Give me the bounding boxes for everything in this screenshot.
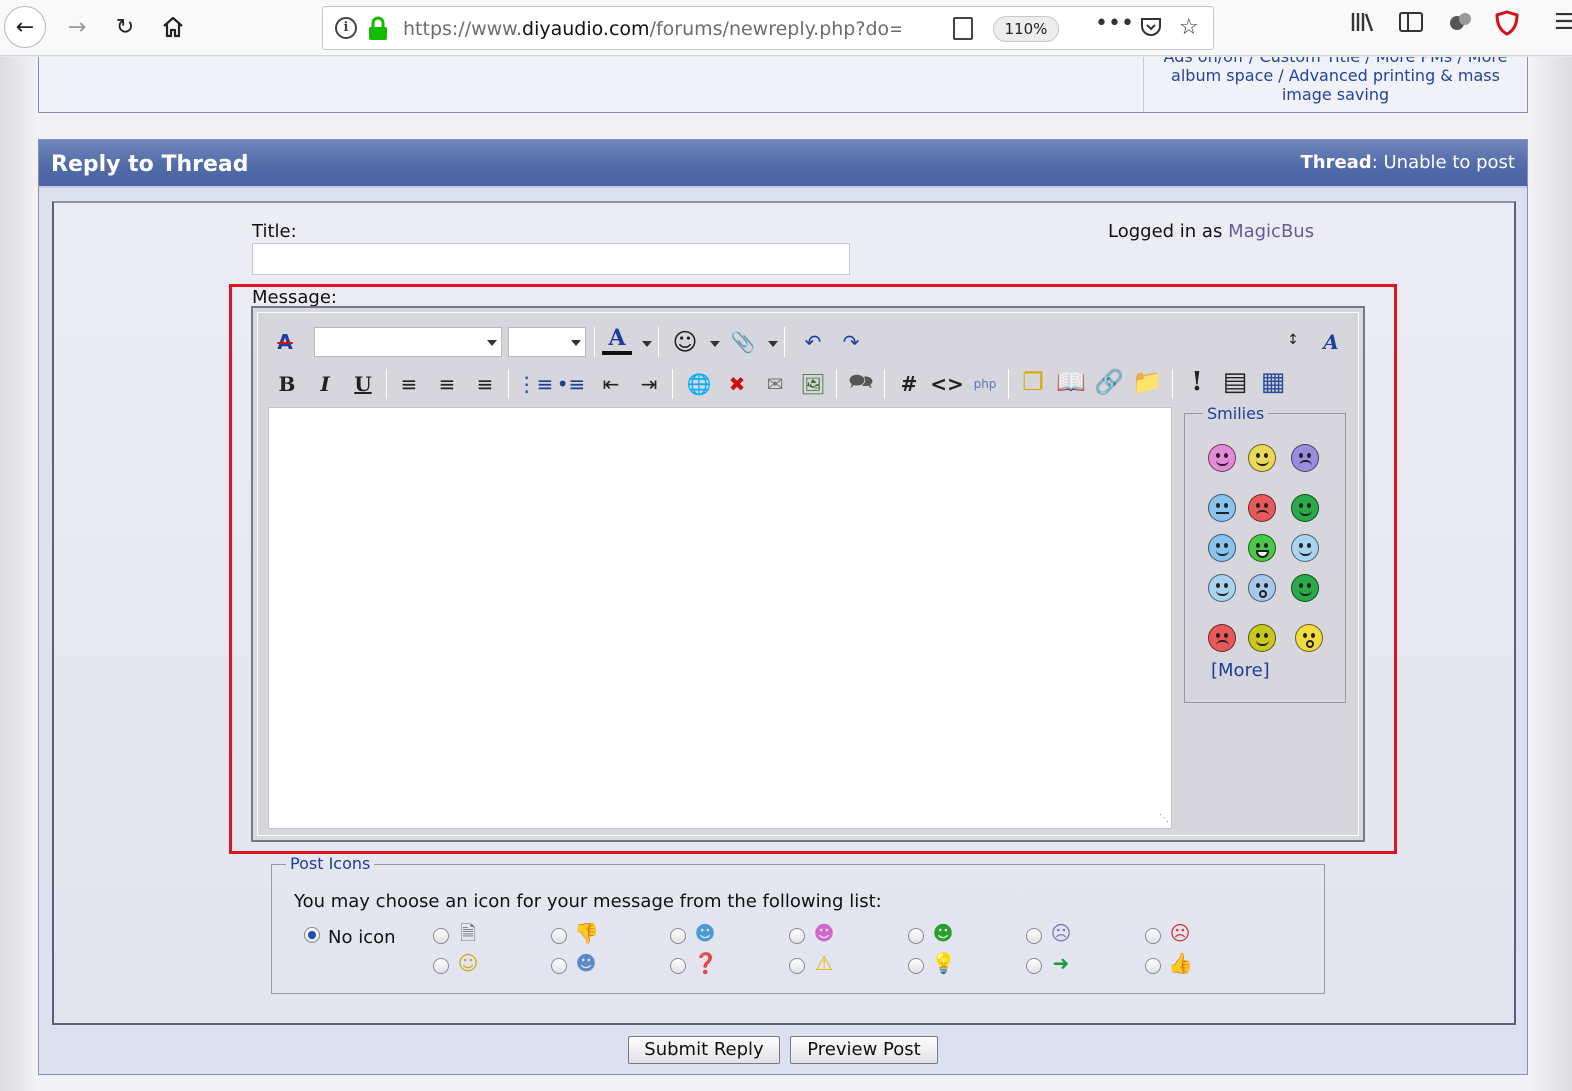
post-icons-legend: Post Icons (286, 854, 375, 873)
more-actions-icon[interactable]: ••• (1095, 11, 1134, 36)
post-icons-instructions: You may choose an icon for your message … (294, 891, 882, 912)
reload-icon: ↻ (115, 14, 135, 40)
arrow-icon[interactable]: ➜ (1049, 951, 1073, 975)
wink-icon[interactable]: ☻ (693, 921, 717, 945)
username-link[interactable]: MagicBus (1228, 221, 1314, 242)
smile-icon[interactable]: ☺ (456, 951, 480, 975)
post-icon-radio[interactable] (1026, 958, 1042, 974)
post-icon-radio[interactable] (1145, 928, 1161, 944)
home-button[interactable] (152, 6, 194, 48)
post-icons-fieldset: Post Icons You may choose an icon for yo… (271, 854, 1325, 994)
document-icon[interactable]: 🗎 (456, 921, 480, 945)
question-icon[interactable]: ❓ (693, 951, 718, 975)
thread-name: : Unable to post (1371, 152, 1515, 173)
upgrade-info-box: Ads on/off / Custom Title / More PMs / M… (38, 57, 1528, 113)
lock-icon[interactable] (367, 16, 389, 40)
home-icon (163, 16, 183, 38)
mad-icon[interactable]: ☹ (1168, 921, 1192, 945)
post-icon-radio[interactable] (670, 958, 686, 974)
no-icon-radio[interactable] (304, 927, 320, 943)
post-icon-radio[interactable] (1145, 958, 1161, 974)
extension-icon[interactable] (1448, 10, 1474, 34)
reload-button[interactable]: ↻ (104, 6, 146, 48)
page-title: Reply to Thread (51, 152, 249, 177)
post-icon-radio[interactable] (789, 928, 805, 944)
url-text[interactable]: https://www.diyaudio.com/forums/newreply… (403, 18, 901, 40)
sidebar-icon[interactable] (1398, 10, 1424, 34)
forward-button[interactable]: → (56, 6, 98, 48)
upgrade-line[interactable]: Ads on/off / Custom Title / More PMs / M… (1144, 57, 1527, 66)
logged-in-text: Logged in as MagicBus (1108, 221, 1314, 242)
upgrade-line[interactable]: image saving (1144, 85, 1527, 104)
highlight-annotation (229, 284, 1397, 854)
cool-icon[interactable]: ☻ (574, 951, 598, 975)
post-icon-radio[interactable] (433, 958, 449, 974)
thread-label: Thread (1300, 152, 1372, 173)
post-icon-radio[interactable] (551, 958, 567, 974)
title-label: Title: (252, 221, 297, 242)
bookmark-star-icon[interactable]: ☆ (1179, 15, 1199, 40)
pocket-icon[interactable] (1139, 15, 1163, 39)
post-icon-radio[interactable] (908, 928, 924, 944)
post-icon-radio[interactable] (789, 958, 805, 974)
url-bar[interactable]: i https://www.diyaudio.com/forums/newrep… (322, 6, 1214, 50)
submit-reply-button[interactable]: Submit Reply (628, 1036, 780, 1064)
zoom-level-badge[interactable]: 110% (993, 16, 1059, 42)
arrow-right-icon: → (67, 14, 87, 40)
smile-pink-icon[interactable]: ☻ (812, 921, 836, 945)
thumbs-up-icon[interactable]: 👍 (1168, 951, 1193, 975)
grin-icon[interactable]: ☻ (931, 921, 955, 945)
upgrade-features-text[interactable]: Ads on/off / Custom Title / More PMs / M… (1143, 57, 1527, 112)
frown-icon[interactable]: ☹ (1049, 921, 1073, 945)
preview-post-button[interactable]: Preview Post (790, 1036, 938, 1064)
no-icon-label[interactable]: No icon (328, 927, 396, 948)
thread-info: Thread: Unable to post (1300, 152, 1515, 173)
title-input[interactable] (252, 243, 850, 275)
thumbs-down-icon[interactable]: 👎 (574, 921, 599, 945)
reply-header: Reply to Thread Thread: Unable to post (39, 140, 1527, 188)
info-icon[interactable]: i (335, 17, 357, 39)
upgrade-line[interactable]: album space / Advanced printing & mass (1144, 66, 1527, 85)
post-icon-radio[interactable] (1026, 928, 1042, 944)
post-icon-radio[interactable] (670, 928, 686, 944)
browser-toolbar: ← → ↻ i https://www.diyaudio.com/forums/… (0, 0, 1572, 56)
post-icon-radio[interactable] (433, 928, 449, 944)
back-button[interactable]: ← (4, 6, 46, 48)
post-icon-radio[interactable] (551, 928, 567, 944)
reader-view-icon[interactable] (953, 17, 973, 40)
lightbulb-icon[interactable]: 💡 (931, 951, 956, 975)
logged-in-prefix: Logged in as (1108, 221, 1229, 242)
library-icon[interactable] (1350, 10, 1376, 34)
arrow-left-icon: ← (15, 14, 35, 40)
post-icon-radio[interactable] (908, 958, 924, 974)
hamburger-menu-icon[interactable]: ☰ (1554, 10, 1572, 35)
ublock-shield-icon[interactable] (1494, 10, 1520, 36)
warning-icon[interactable]: ⚠ (812, 951, 836, 975)
